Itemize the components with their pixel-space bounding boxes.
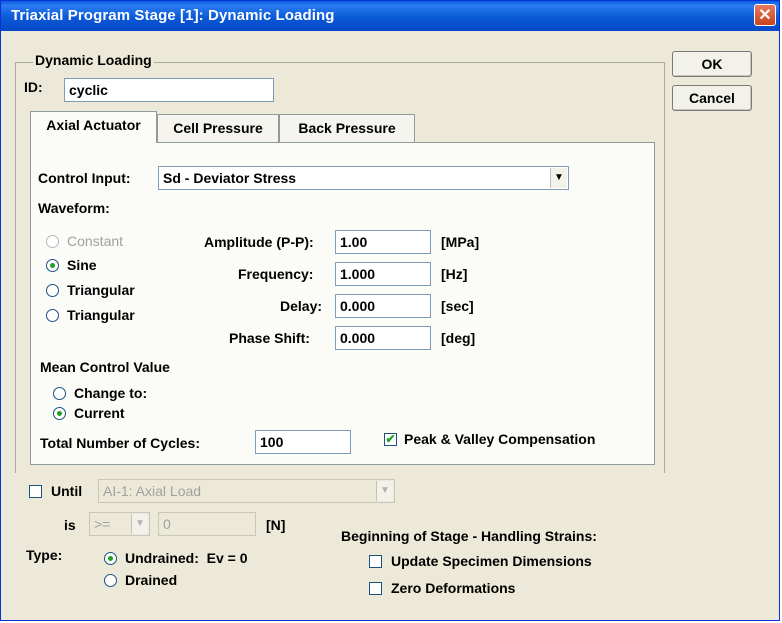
phase-shift-unit: [deg] [441,330,476,346]
total-cycles-label: Total Number of Cycles: [40,435,200,451]
tab-cell-pressure[interactable]: Cell Pressure [157,114,279,142]
delay-label: Delay: [280,298,323,314]
until-operator-value: >= [94,516,111,532]
title-bar[interactable]: Triaxial Program Stage [1]: Dynamic Load… [1,1,779,31]
until-label: Until [51,483,83,499]
amplitude-input[interactable]: 1.00 [335,230,431,254]
phase-shift-input[interactable]: 0.000 [335,326,431,350]
id-label: ID: [24,79,43,95]
radio-current[interactable] [53,407,66,420]
until-operator-select[interactable]: >= ▼ [89,512,150,536]
waveform-option-triangular-2: Triangular [67,307,135,323]
until-value-input[interactable]: 0 [158,512,256,536]
amplitude-unit: [MPa] [441,234,480,250]
mean-option-change-to: Change to: [74,385,148,401]
radio-drained[interactable] [104,574,117,587]
ok-button[interactable]: OK [672,51,752,77]
radio-triangular-2[interactable] [46,309,59,322]
chevron-down-icon[interactable]: ▼ [131,514,148,534]
frequency-unit: [Hz] [441,266,468,282]
radio-selected-dot [57,411,62,416]
zero-deformations-label: Zero Deformations [391,580,516,596]
waveform-option-triangular-1: Triangular [67,282,135,298]
frequency-input[interactable]: 1.000 [335,262,431,286]
radio-undrained[interactable] [104,552,117,565]
delay-unit: [sec] [441,298,474,314]
update-dimensions-label: Update Specimen Dimensions [391,553,592,569]
dialog-window: Triaxial Program Stage [1]: Dynamic Load… [0,0,780,621]
radio-constant[interactable] [46,235,59,248]
waveform-option-constant: Constant [67,233,124,249]
mean-control-label: Mean Control Value [40,359,170,375]
radio-selected-dot [50,263,55,268]
close-button[interactable]: ✕ [754,4,776,26]
control-input-select[interactable]: Sd - Deviator Stress ▼ [158,166,569,190]
update-dimensions-checkbox[interactable] [369,555,382,568]
radio-selected-dot [108,556,113,561]
frequency-label: Frequency: [238,266,314,282]
zero-deformations-checkbox[interactable] [369,582,382,595]
waveform-label: Waveform: [38,200,110,216]
type-option-drained: Drained [125,572,178,588]
tab-back-pressure[interactable]: Back Pressure [279,114,415,142]
radio-sine[interactable] [46,259,59,272]
radio-triangular-1[interactable] [46,284,59,297]
until-channel-select[interactable]: AI-1: Axial Load ▼ [98,479,395,503]
window-title: Triaxial Program Stage [1]: Dynamic Load… [11,7,335,24]
mean-option-current: Current [74,405,125,421]
chevron-down-icon[interactable]: ▼ [376,481,393,501]
waveform-option-sine: Sine [67,257,97,273]
type-label: Type: [26,547,63,563]
delay-input[interactable]: 0.000 [335,294,431,318]
until-channel-value: AI-1: Axial Load [103,483,202,499]
strains-title: Beginning of Stage - Handling Strains: [341,528,597,544]
peak-valley-checkbox[interactable]: ✔ [384,433,397,446]
is-label: is [64,517,76,533]
cancel-button[interactable]: Cancel [672,85,752,111]
radio-change-to[interactable] [53,387,66,400]
chevron-down-icon[interactable]: ▼ [550,168,567,188]
total-cycles-input[interactable]: 100 [255,430,351,454]
group-title: Dynamic Loading [33,52,154,68]
phase-shift-label: Phase Shift: [229,330,310,346]
amplitude-label: Amplitude (P-P): [204,234,314,250]
tab-axial-actuator[interactable]: Axial Actuator [30,111,157,143]
peak-valley-label: Peak & Valley Compensation [404,431,596,447]
until-unit: [N] [266,517,286,533]
until-checkbox[interactable] [29,485,42,498]
control-input-label: Control Input: [38,170,131,186]
id-input[interactable]: cyclic [64,78,274,102]
control-input-value: Sd - Deviator Stress [163,170,297,186]
type-option-undrained: Undrained: Ev = 0 [125,550,248,566]
